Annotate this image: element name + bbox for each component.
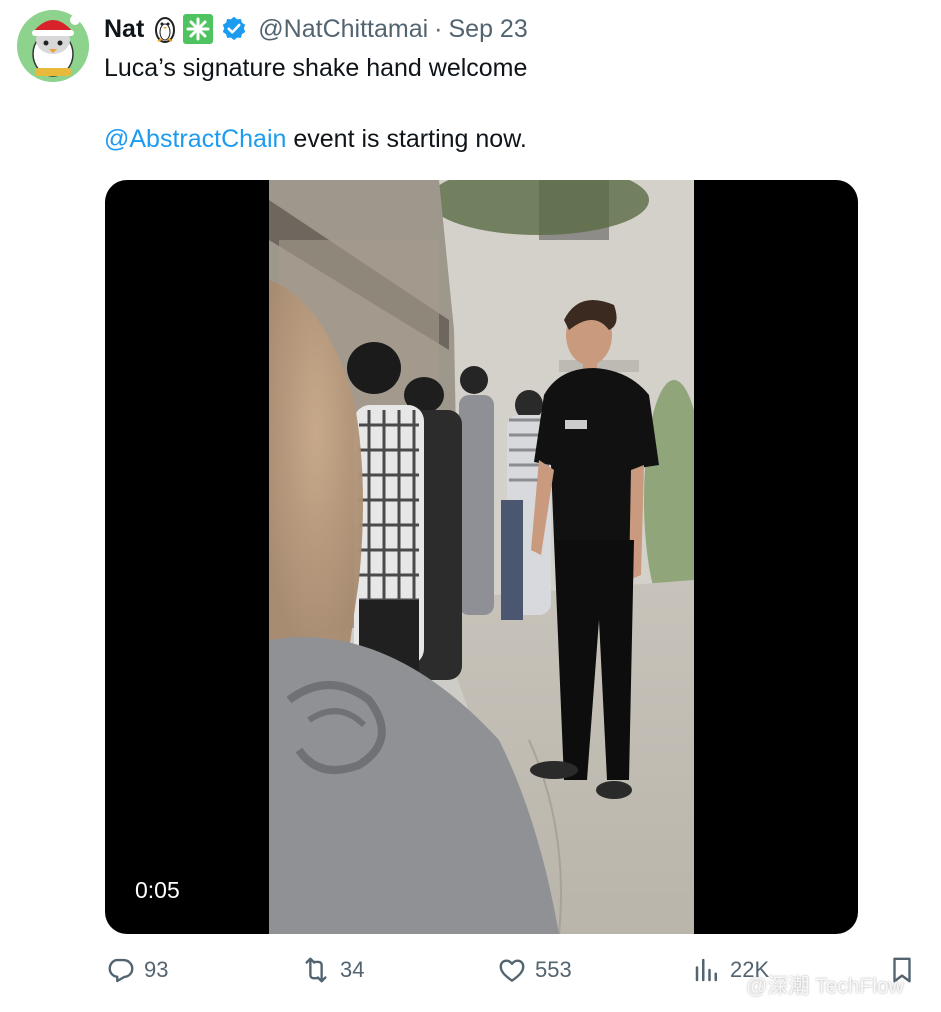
- like-count: 553: [535, 957, 572, 982]
- tweet-text-line2: @AbstractChain event is starting now.: [104, 125, 527, 154]
- watermark-text: @深潮 TechFlow: [746, 975, 904, 998]
- video-frame: [269, 180, 694, 934]
- video-timestamp: 0:05: [135, 877, 180, 903]
- like-icon: [499, 959, 525, 982]
- wechat-icon: [717, 975, 739, 994]
- avatar-image: [17, 10, 89, 82]
- header-separator: ·: [434, 14, 443, 43]
- avatar[interactable]: [17, 10, 89, 82]
- reply-count: 93: [144, 957, 169, 982]
- retweet-icon: [305, 957, 327, 983]
- reply-button[interactable]: 93: [106, 955, 168, 985]
- mention-link[interactable]: @AbstractChain: [104, 125, 286, 153]
- penguin-icon: [155, 17, 176, 43]
- author-name[interactable]: Nat: [104, 15, 144, 44]
- tweet-date[interactable]: Sep 23: [449, 15, 528, 44]
- author-handle[interactable]: @NatChittamai: [258, 15, 428, 44]
- tweet-header: Nat @NatChittamai · Sep 23: [104, 12, 528, 46]
- tweet-text-line2-rest: event is starting now.: [286, 125, 527, 153]
- watermark: @深潮 TechFlow: [716, 970, 904, 1000]
- verified-badge-icon: [223, 16, 246, 41]
- reply-icon: [108, 958, 134, 983]
- like-button[interactable]: 553: [497, 955, 572, 985]
- retweet-count: 34: [340, 957, 365, 982]
- name-emojis: [150, 13, 248, 45]
- retweet-button[interactable]: 34: [300, 955, 364, 985]
- sparkle-icon: [183, 14, 214, 44]
- video-player[interactable]: 0:05: [105, 180, 858, 934]
- tweet-text-line1: Luca’s signature shake hand welcome: [104, 54, 528, 82]
